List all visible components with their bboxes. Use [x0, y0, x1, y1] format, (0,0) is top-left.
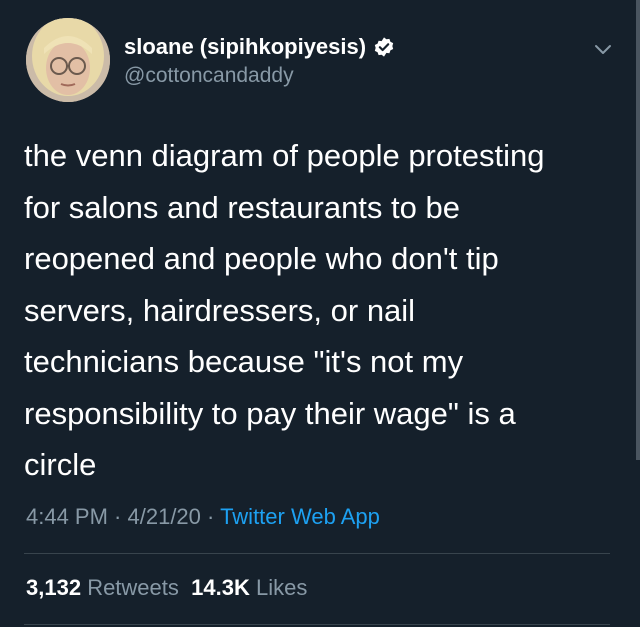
divider: [24, 553, 610, 554]
likes-stat[interactable]: 14.3K Likes: [191, 575, 307, 600]
tweet-text: the venn diagram of people protesting fo…: [24, 138, 545, 482]
author-name-row[interactable]: sloane (sipihkopiyesis): [124, 32, 395, 62]
chevron-down-icon[interactable]: [592, 38, 614, 60]
retweets-stat[interactable]: 3,132 Retweets: [26, 575, 179, 600]
separator: ·: [200, 504, 221, 529]
tweet-metadata: 4:44 PM · 4/21/20 · Twitter Web App: [26, 504, 380, 530]
avatar[interactable]: [26, 18, 110, 102]
tweet-time[interactable]: 4:44 PM: [26, 504, 108, 529]
verified-badge-icon: [373, 36, 395, 58]
retweets-label: Retweets: [87, 575, 179, 600]
display-name[interactable]: sloane (sipihkopiyesis): [124, 34, 366, 60]
likes-count: 14.3K: [191, 575, 250, 600]
engagement-stats: 3,132 Retweets 14.3K Likes: [26, 575, 307, 601]
tweet-card: sloane (sipihkopiyesis) @cottoncandaddy …: [0, 0, 640, 627]
user-handle[interactable]: @cottoncandaddy: [124, 64, 294, 88]
tweet-source-link[interactable]: Twitter Web App: [220, 504, 380, 529]
separator: ·: [107, 504, 128, 529]
retweets-count: 3,132: [26, 575, 82, 600]
likes-label: Likes: [255, 575, 308, 600]
divider: [24, 624, 610, 625]
scrollbar[interactable]: [636, 0, 640, 460]
tweet-date[interactable]: 4/21/20: [128, 504, 201, 529]
